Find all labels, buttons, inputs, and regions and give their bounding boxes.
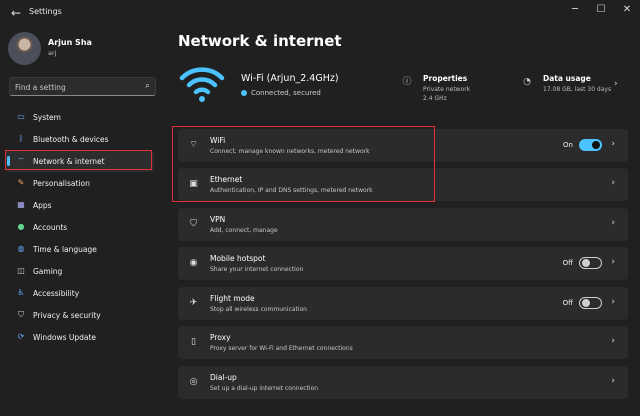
minimize-icon[interactable]: ─ (562, 2, 588, 18)
properties-link[interactable]: ⓘ Properties Private network 2.4 GHz (402, 74, 502, 104)
setting-card-proxy[interactable]: ▯ Proxy Proxy server for Wi-Fi and Etherne… (178, 326, 628, 359)
apps-icon: ▦ (17, 200, 25, 209)
shield-icon: ⛉ (190, 219, 197, 229)
sidebar-item-label: Accounts (33, 222, 68, 232)
setting-subtitle: Stop all wireless communication (210, 306, 307, 313)
setting-subtitle: Set up a dial-up internet connection (210, 385, 319, 392)
monitor-icon: ▭ (17, 112, 25, 121)
chevron-right-icon: › (611, 257, 615, 267)
sidebar-item-bluetooth-devices[interactable]: ᛒ Bluetooth & devices (6, 128, 154, 150)
chevron-right-icon: › (611, 376, 615, 386)
sidebar-item-accounts[interactable]: ● Accounts (6, 216, 154, 238)
setting-title: VPN (210, 215, 226, 224)
properties-title: Properties (423, 74, 468, 83)
network-status: Connected, secured (241, 89, 321, 97)
properties-band: 2.4 GHz (423, 95, 447, 102)
sidebar-item-label: Accessibility (33, 288, 80, 298)
sidebar-item-time-language[interactable]: ◍ Time & language (6, 238, 154, 260)
accessibility-icon: ♿ (17, 288, 25, 297)
setting-subtitle: Share your internet connection (210, 266, 304, 273)
sidebar-item-label: Time & language (33, 244, 97, 254)
setting-subtitle: Proxy server for Wi-Fi and Ethernet conn… (210, 345, 353, 352)
highlight-box-cards (172, 126, 435, 202)
setting-card-dial-up[interactable]: ◎ Dial-up Set up a dial-up internet connec… (178, 366, 628, 399)
chevron-right-icon: › (611, 218, 615, 228)
back-arrow-icon[interactable]: ← (8, 5, 24, 21)
chevron-right-icon: › (611, 139, 615, 149)
search-icon[interactable]: ⌕ (145, 81, 150, 91)
setting-title: Proxy (210, 333, 231, 342)
bluetooth-icon: ᛒ (18, 134, 24, 143)
data-usage-icon: ◔ (523, 77, 531, 87)
sidebar-item-accessibility[interactable]: ♿ Accessibility (6, 282, 154, 304)
properties-network-type: Private network (423, 86, 471, 93)
chevron-right-icon: › (611, 178, 615, 188)
toggle-switch[interactable] (579, 257, 602, 269)
page-title: Network & internet (178, 32, 342, 50)
update-icon: ⟳ (17, 332, 25, 341)
sidebar-item-label: Bluetooth & devices (33, 134, 109, 144)
setting-card-mobile-hotspot[interactable]: ◉ Mobile hotspot Share your internet conne… (178, 247, 628, 280)
toggle-knob (582, 259, 590, 267)
data-usage-amount: 17.08 GB, last 30 days (543, 86, 612, 93)
setting-subtitle: Add, connect, manage (210, 227, 278, 234)
sidebar-item-label: Windows Update (33, 332, 97, 342)
dialup-icon: ◎ (189, 377, 198, 387)
avatar (8, 32, 41, 65)
setting-title: Mobile hotspot (210, 254, 266, 263)
app-title: Settings (29, 7, 62, 16)
toggle-state-label: Off (562, 299, 573, 307)
setting-title: Flight mode (210, 294, 255, 303)
hotspot-icon: ◉ (189, 258, 198, 268)
toggle-state-label: On (563, 141, 573, 149)
search-input[interactable] (15, 80, 135, 94)
chevron-right-icon: › (611, 336, 615, 346)
search-box[interactable]: ⌕ (9, 77, 156, 96)
data-usage-title: Data usage (543, 74, 591, 83)
network-status-text: Connected, secured (251, 89, 321, 97)
wifi-large-icon (179, 67, 225, 102)
highlight-box-sidebar (5, 150, 152, 170)
user-name: Arjun Sha (48, 38, 92, 47)
sidebar-nav: ▭ System ᛒ Bluetooth & devices ⌔ Network & in… (6, 106, 154, 348)
sidebar-item-windows-update[interactable]: ⟳ Windows Update (6, 326, 154, 348)
title-bar: ← Settings ─ ☐ ✕ (0, 0, 640, 26)
sidebar-item-label: Apps (33, 200, 52, 210)
toggle-switch[interactable] (579, 139, 602, 151)
sidebar-item-personalisation[interactable]: ✎ Personalisation (6, 172, 154, 194)
sidebar-item-system[interactable]: ▭ System (6, 106, 154, 128)
sidebar-item-label: Personalisation (33, 178, 90, 188)
chevron-right-icon: › (614, 79, 618, 89)
chevron-right-icon: › (611, 297, 615, 307)
airplane-icon: ✈ (189, 298, 198, 308)
sidebar-item-label: Privacy & security (33, 310, 101, 320)
toggle-state-label: Off (562, 259, 573, 267)
connected-dot-icon (241, 89, 247, 96)
info-icon: ⓘ (402, 77, 412, 87)
network-name: Wi-Fi (Arjun_2.4GHz) (241, 73, 339, 84)
sidebar-item-apps[interactable]: ▦ Apps (6, 194, 154, 216)
maximize-icon[interactable]: ☐ (588, 2, 614, 18)
toggle-knob (592, 141, 600, 149)
user-email: arj (48, 49, 57, 57)
toggle-knob (582, 299, 590, 307)
toggle-switch[interactable] (579, 297, 602, 309)
globe-icon: ◍ (17, 244, 25, 253)
sidebar-item-privacy-security[interactable]: ⛉ Privacy & security (6, 304, 154, 326)
proxy-icon: ▯ (191, 337, 196, 347)
close-icon[interactable]: ✕ (614, 2, 640, 18)
setting-card-flight-mode[interactable]: ✈ Flight mode Stop all wireless communicat… (178, 287, 628, 320)
setting-title: Dial-up (210, 373, 237, 382)
gamepad-icon: ◫ (17, 266, 25, 275)
setting-card-vpn[interactable]: ⛉ VPN Add, connect, manage › (178, 208, 628, 241)
person-icon: ● (17, 222, 25, 231)
sidebar-item-gaming[interactable]: ◫ Gaming (6, 260, 154, 282)
sidebar-item-label: Gaming (33, 266, 63, 276)
sidebar-item-label: System (33, 112, 61, 122)
user-profile[interactable]: Arjun Sha arj (8, 32, 92, 65)
data-usage-link[interactable]: ◔ Data usage 17.08 GB, last 30 days › (522, 74, 628, 98)
brush-icon: ✎ (17, 178, 25, 187)
shield-icon: ⛉ (18, 310, 24, 319)
